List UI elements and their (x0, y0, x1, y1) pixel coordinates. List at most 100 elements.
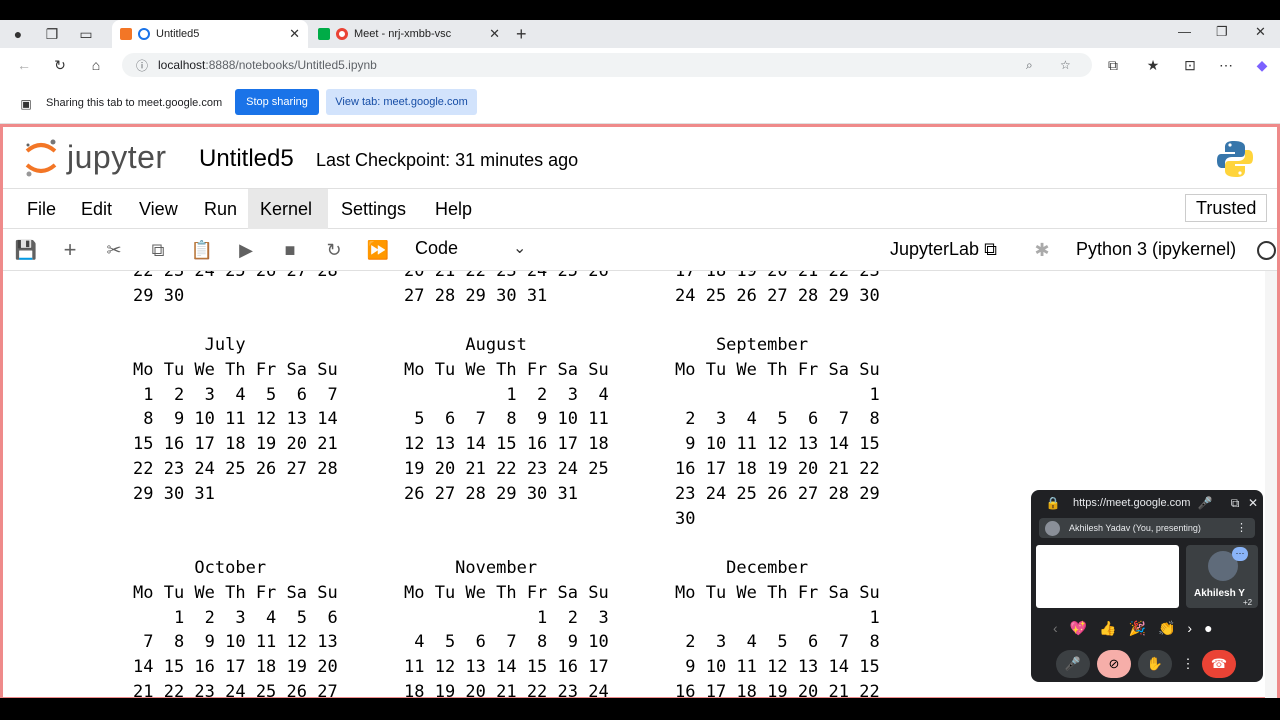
sharing-indicator-icon (138, 28, 150, 40)
calendar-june-partial: 22 23 24 25 26 27 28 29 30 (133, 271, 338, 306)
external-link-icon: ⧉ (984, 239, 997, 259)
meet-favicon-icon (318, 28, 330, 40)
minimize-icon[interactable]: — (1178, 24, 1191, 39)
kernel-name[interactable]: Python 3 (ipykernel) (1076, 239, 1236, 260)
close-tab-icon[interactable]: ✕ (289, 26, 300, 42)
meet-pip-window[interactable]: 🔒 https://meet.google.com 🎤 ⧉ ✕ Akhilesh… (1031, 490, 1263, 682)
collections-icon[interactable]: ⊡ (1180, 55, 1200, 75)
tab-sharing-bar: ▣ Sharing this tab to meet.google.com (0, 82, 1280, 124)
recording-indicator-icon (336, 28, 348, 40)
address-bar[interactable]: ⓘ localhost:8888/notebooks/Untitled5.ipy… (122, 53, 1092, 77)
menu-run[interactable]: Run (192, 189, 249, 229)
workspaces-icon[interactable]: ❐ (42, 24, 62, 44)
reaction-clap[interactable]: 👏 (1158, 620, 1175, 637)
interrupt-icon[interactable]: ■ (279, 239, 301, 261)
reaction-party[interactable]: 🎉 (1129, 620, 1146, 637)
browser-tab-strip: ● ❐ ▭ Untitled5 ✕ Meet - nrj-xmbb-vsc ✕ … (0, 20, 1280, 48)
raise-hand-button[interactable]: ✋ (1138, 650, 1172, 678)
save-icon[interactable]: 💾 (15, 239, 37, 261)
close-window-icon[interactable]: ✕ (1255, 24, 1266, 40)
camera-off-button[interactable]: ⊘ (1097, 650, 1131, 678)
debugger-icon[interactable]: ✱ (1031, 239, 1053, 261)
close-pip-icon[interactable]: ✕ (1243, 493, 1263, 513)
menu-kernel[interactable]: Kernel (248, 189, 328, 229)
menu-edit[interactable]: Edit (69, 189, 124, 229)
meet-url: https://meet.google.com (1073, 497, 1191, 509)
calendar-july: July Mo Tu We Th Fr Sa Su 1 2 3 4 5 6 7 … (133, 335, 338, 504)
jupyterlab-label: JupyterLab (890, 239, 980, 259)
zoom-icon[interactable]: ⌕ (1026, 58, 1033, 73)
insert-cell-icon[interactable]: + (59, 237, 81, 262)
reaction-heart[interactable]: 💖 (1070, 620, 1087, 637)
tab-actions-icon[interactable]: ▭ (76, 24, 96, 44)
close-tab-icon[interactable]: ✕ (489, 26, 500, 42)
participant-name: Akhilesh Y (1194, 588, 1245, 599)
calendar-august: August Mo Tu We Th Fr Sa Su 1 2 3 4 5 6 … (404, 335, 609, 504)
presenter-more-icon[interactable]: ⋮ (1236, 521, 1247, 534)
stop-sharing-button[interactable]: Stop sharing (235, 89, 319, 115)
presentation-preview (1036, 545, 1179, 608)
last-checkpoint: Last Checkpoint: 31 minutes ago (316, 150, 579, 170)
view-tab-button[interactable]: View tab: meet.google.com (326, 89, 477, 115)
tab-title: Untitled5 (156, 28, 200, 40)
calendar-october: October Mo Tu We Th Fr Sa Su 1 2 3 4 5 6… (133, 558, 338, 700)
output-scrollbar[interactable] (1265, 271, 1277, 700)
site-info-icon[interactable]: ⓘ (136, 57, 148, 74)
run-icon[interactable]: ▶ (235, 239, 257, 261)
reload-icon[interactable]: ↻ (50, 55, 70, 75)
screen-share-icon: ▣ (20, 97, 32, 111)
leave-call-button[interactable]: ☎ (1202, 650, 1236, 678)
home-icon[interactable]: ⌂ (86, 55, 106, 75)
share-message: Sharing this tab to meet.google.com (46, 97, 223, 109)
menu-help[interactable]: Help (423, 189, 484, 229)
presenter-name: Akhilesh Yadav (You, presenting) (1069, 523, 1201, 533)
more-options-icon[interactable]: ⋯ (1216, 55, 1236, 75)
chevron-down-icon[interactable]: ⌄ (513, 238, 526, 258)
trusted-badge[interactable]: Trusted (1185, 194, 1268, 222)
tab-title: Meet - nrj-xmbb-vsc (354, 28, 452, 40)
os-bottom-bar (0, 698, 1280, 720)
copy-icon[interactable]: ⧉ (147, 239, 169, 261)
jupyter-logo-text[interactable]: jupyter (67, 139, 167, 176)
calendar-may-partial: 20 21 22 23 24 25 26 27 28 29 30 31 (404, 271, 609, 306)
paste-icon[interactable]: 📋 (191, 239, 213, 261)
jupyter-header: jupyter Untitled5 Last Checkpoint: 31 mi… (3, 127, 1277, 189)
participant-more-icon[interactable]: ⋯ (1232, 547, 1248, 561)
os-top-bar (0, 0, 1280, 20)
lock-icon: 🔒 (1045, 496, 1061, 510)
notebook-toolbar: 💾 + ✂ ⧉ 📋 ▶ ■ ↻ ⏩ Code ⌄ JupyterLab ⧉ ✱ … (3, 229, 1277, 271)
notebook-title[interactable]: Untitled5 (199, 145, 294, 173)
restart-icon[interactable]: ↻ (323, 239, 345, 261)
more-controls-icon[interactable]: ⋮ (1179, 650, 1197, 678)
presenter-bar: Akhilesh Yadav (You, presenting) ⋮ (1039, 518, 1255, 538)
extra-participants-count: +2 (1243, 598, 1253, 607)
favorites-icon[interactable]: ★ (1143, 55, 1163, 75)
jupyterlab-link[interactable]: JupyterLab ⧉ (890, 239, 997, 260)
restart-run-all-icon[interactable]: ⏩ (367, 239, 389, 261)
menu-file[interactable]: File (15, 189, 68, 229)
menu-view[interactable]: View (127, 189, 190, 229)
cut-icon[interactable]: ✂ (103, 239, 125, 261)
calendar-september: September Mo Tu We Th Fr Sa Su 1 2 3 4 5… (675, 335, 880, 529)
extensions-icon[interactable]: ⧉ (1103, 55, 1123, 75)
kernel-status-icon (1257, 241, 1276, 260)
reaction-thumbs-up[interactable]: 👍 (1099, 620, 1116, 637)
menu-settings[interactable]: Settings (329, 189, 418, 229)
tab-untitled5[interactable]: Untitled5 ✕ (112, 20, 308, 48)
tab-meet[interactable]: Meet - nrj-xmbb-vsc ✕ (310, 20, 508, 48)
reaction-skin-tone-icon[interactable]: ● (1204, 620, 1212, 637)
reactions-prev-icon[interactable]: ‹ (1053, 620, 1058, 637)
cell-type-select[interactable]: Code (415, 238, 458, 259)
restore-icon[interactable]: ❐ (1216, 24, 1228, 40)
reactions-next-icon[interactable]: › (1187, 620, 1192, 637)
back-to-tab-icon[interactable]: ⧉ (1225, 493, 1245, 513)
new-tab-icon[interactable]: + (516, 24, 527, 45)
mic-button[interactable]: 🎤 (1056, 650, 1090, 678)
presenter-avatar (1045, 521, 1060, 536)
menu-bar: File Edit View Run Kernel Settings Help … (3, 189, 1277, 229)
copilot-icon[interactable]: ◆ (1252, 55, 1272, 75)
jupyter-logo-icon[interactable] (23, 137, 59, 177)
favorite-star-icon[interactable]: ☆ (1060, 58, 1071, 72)
profile-avatar-icon[interactable]: ● (8, 24, 28, 44)
back-icon[interactable]: ← (14, 55, 34, 75)
